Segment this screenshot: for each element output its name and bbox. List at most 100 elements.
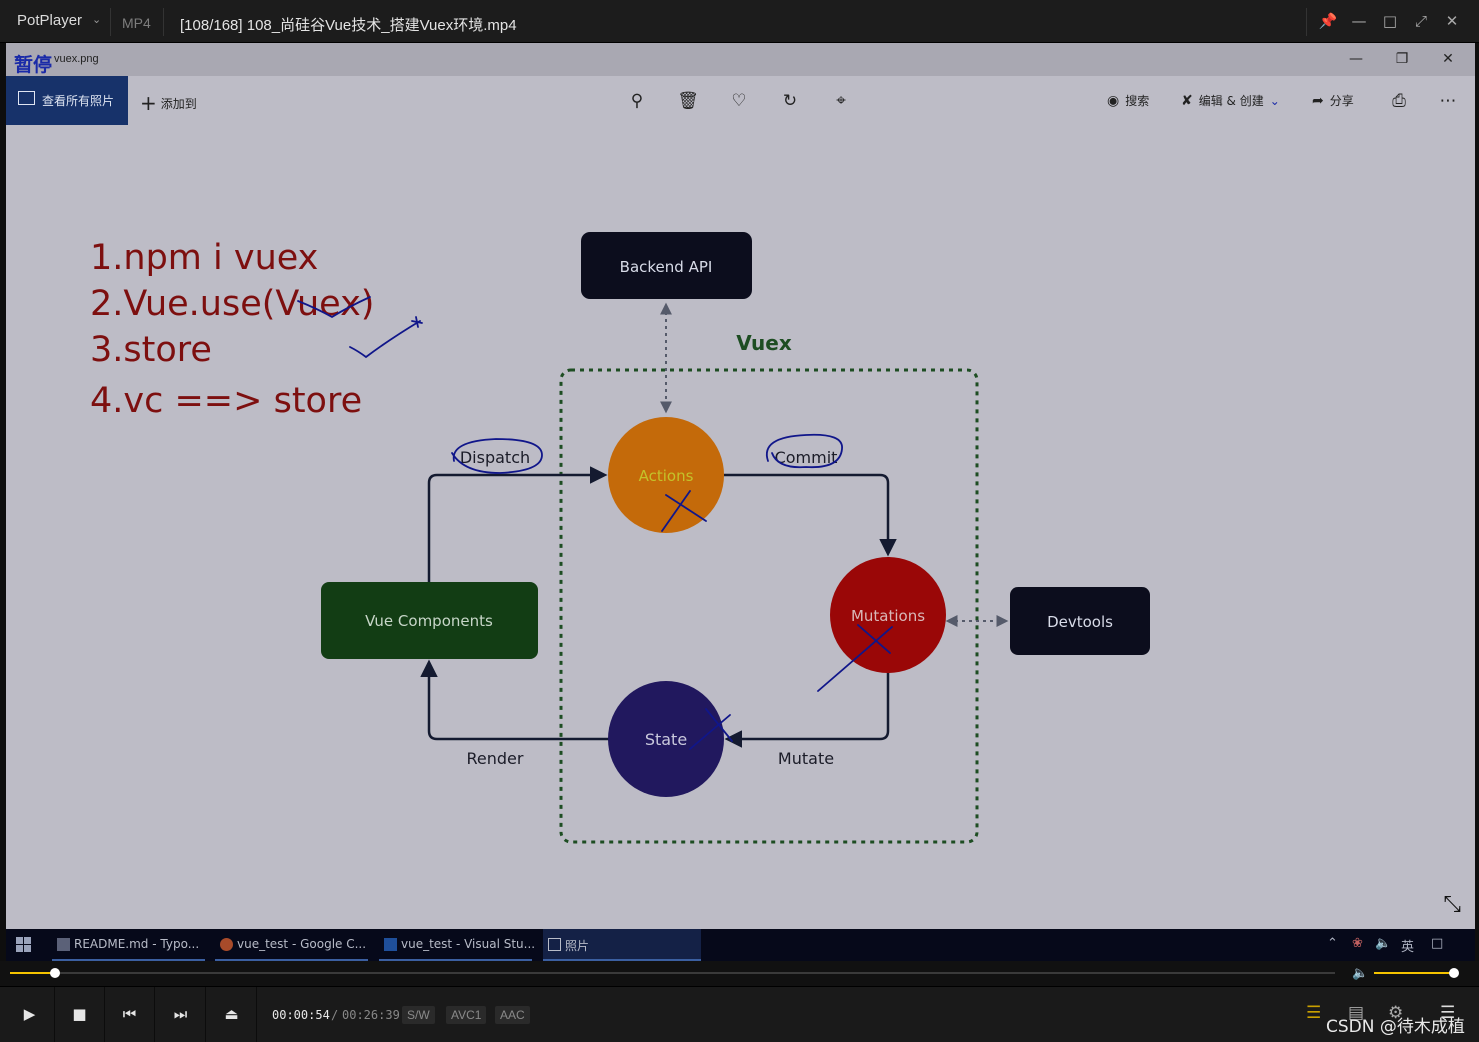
search-button[interactable]: ◉ 搜索: [1107, 92, 1149, 109]
divider: [110, 8, 111, 36]
fullscreen-button[interactable]: ⤢: [1410, 10, 1432, 32]
favorite-icon[interactable]: ♡: [727, 89, 751, 113]
taskbar-item-label: 照片: [565, 939, 590, 953]
checkmark-annotation: [349, 316, 423, 359]
tray-app-icon[interactable]: ❀: [1352, 936, 1363, 951]
photos-toolbar: 查看所有照片 + 添加到 ⚲ 🗑 ♡ ↻ ⌖ ◉ 搜索 ✘ 编辑 & 创建 ⌄ ➦ 分享 …: [6, 76, 1475, 125]
more-icon[interactable]: ⋯: [1436, 89, 1460, 113]
see-all-photos-label: 查看所有照片: [42, 94, 115, 108]
taskbar-item-photos[interactable]: 照片: [543, 929, 701, 961]
tray-chevron-up-icon[interactable]: ⌃: [1327, 936, 1338, 951]
speaker-icon[interactable]: 🔈: [1375, 936, 1391, 951]
next-button[interactable]: ⏭: [156, 987, 206, 1042]
photos-window-title: vuex.png: [54, 53, 99, 65]
edit-icon: ✘: [1181, 93, 1193, 109]
dispatch-label: Dispatch: [460, 448, 530, 467]
volume-slider[interactable]: [1374, 968, 1459, 978]
volume-icon[interactable]: 🔈: [1352, 966, 1368, 981]
share-label: 分享: [1329, 94, 1354, 108]
codec-chip[interactable]: AAC: [495, 1006, 530, 1024]
photo-viewer: 1.npm i vuex 2.Vue.use(Vuex) 3.store 4.v…: [6, 125, 1475, 929]
ime-indicator[interactable]: 英: [1401, 936, 1414, 955]
rotate-icon[interactable]: ↻: [778, 89, 802, 113]
add-to-label: 添加到: [160, 97, 197, 111]
taskbar-item-label: vue_test - Visual Stu...: [401, 937, 536, 951]
vuex-label: Vuex: [736, 331, 792, 355]
close-button[interactable]: ✕: [1441, 10, 1463, 32]
mutations-label: Mutations: [851, 607, 925, 625]
video-frame[interactable]: vuex.png 暂停 — ❐ ✕ 查看所有照片 + 添加到 ⚲ 🗑 ♡ ↻ ⌖ …: [6, 43, 1475, 929]
taskbar-item-vscode[interactable]: vue_test - Visual Stu...: [379, 929, 536, 961]
volume-level: [1374, 972, 1454, 974]
taskbar-item-chrome[interactable]: vue_test - Google C...: [215, 929, 368, 961]
seek-bar[interactable]: [10, 968, 1335, 978]
delete-icon[interactable]: 🗑: [676, 89, 700, 113]
search-icon: ◉: [1107, 93, 1120, 109]
plus-icon: +: [140, 91, 157, 115]
stop-button[interactable]: ■: [55, 987, 105, 1042]
render-label: Render: [467, 749, 524, 768]
commit-arrow: [724, 473, 897, 557]
share-icon: ➦: [1312, 93, 1324, 109]
taskbar-item-typora[interactable]: README.md - Typo...: [52, 929, 205, 961]
photos-restore-button[interactable]: ❐: [1391, 49, 1413, 69]
playlist-search-icon[interactable]: ☰: [1306, 1003, 1321, 1023]
vuex-diagram: Vuex Backend API Actions Mutations State: [297, 232, 1150, 844]
codec-chip[interactable]: S/W: [402, 1006, 435, 1024]
divider: [163, 8, 164, 36]
state-label: State: [645, 730, 687, 749]
play-button[interactable]: ▶: [5, 987, 55, 1042]
divider: [1306, 8, 1307, 36]
see-all-photos-button[interactable]: 查看所有照片: [6, 76, 128, 125]
actions-label: Actions: [639, 467, 694, 485]
share-button[interactable]: ➦ 分享: [1312, 92, 1354, 109]
time-separator: /: [331, 1008, 339, 1022]
codec-chip[interactable]: AVC1: [446, 1006, 487, 1024]
vscode-icon: [384, 938, 397, 951]
photo-icon: [18, 91, 35, 105]
dispatch-arrow: [427, 466, 608, 582]
seek-progress: [10, 972, 56, 974]
print-icon[interactable]: ⎙: [1387, 89, 1411, 113]
edit-create-button[interactable]: ✘ 编辑 & 创建 ⌄: [1181, 92, 1280, 109]
crop-icon[interactable]: ⌖: [829, 89, 853, 113]
paused-indicator: 暂停: [14, 54, 53, 76]
photos-icon: [548, 938, 561, 951]
potplayer-window: PotPlayer ⌄ MP4 [108/168] 108_尚硅谷Vue技术_搭…: [0, 0, 1479, 1042]
player-brand-menu[interactable]: PotPlayer: [17, 12, 82, 29]
maximize-button[interactable]: □: [1379, 10, 1401, 32]
windows-taskbar: README.md - Typo... vue_test - Google C.…: [6, 929, 1475, 961]
current-time: 00:00:54: [272, 1008, 330, 1022]
seek-handle[interactable]: [50, 968, 61, 978]
chevron-down-icon[interactable]: ⌄: [92, 13, 101, 26]
total-time: 00:26:39: [342, 1008, 400, 1022]
vue-components-label: Vue Components: [365, 612, 493, 630]
player-title-bar: PotPlayer ⌄ MP4 [108/168] 108_尚硅谷Vue技术_搭…: [0, 0, 1479, 43]
expand-icon[interactable]: ⤡: [1443, 892, 1461, 917]
taskbar-item-label: vue_test - Google C...: [237, 937, 367, 951]
chevron-down-icon: ⌄: [1269, 94, 1280, 108]
notification-icon[interactable]: □: [1431, 936, 1443, 951]
media-file-title: [108/168] 108_尚硅谷Vue技术_搭建Vuex环境.mp4: [180, 17, 517, 34]
edit-create-label: 编辑 & 创建: [1198, 94, 1264, 108]
photos-minimize-button[interactable]: —: [1345, 49, 1367, 69]
photos-title-bar: vuex.png 暂停 — ❐ ✕: [6, 43, 1475, 76]
volume-handle[interactable]: [1449, 968, 1459, 978]
taskbar-item-label: README.md - Typo...: [74, 937, 200, 951]
previous-button[interactable]: ⏮: [105, 987, 155, 1042]
devtools-label: Devtools: [1047, 613, 1113, 631]
render-arrow: [420, 659, 609, 741]
zoom-icon[interactable]: ⚲: [625, 89, 649, 113]
csdn-watermark: CSDN @待木成植: [1326, 1017, 1465, 1037]
pin-icon[interactable]: 📌: [1317, 10, 1339, 32]
add-to-button[interactable]: + 添加到: [140, 89, 197, 115]
playback-controls: ▶ ■ ⏮ ⏭ ⏏ 00:00:54 / 00:26:39 S/W AVC1 A…: [0, 986, 1479, 1042]
windows-start-icon[interactable]: [16, 937, 32, 953]
checkmark-annotation: [297, 296, 371, 319]
seek-row: 🔈: [0, 961, 1479, 986]
chrome-icon: [220, 938, 233, 951]
photos-close-button[interactable]: ✕: [1437, 49, 1459, 69]
eject-button[interactable]: ⏏: [207, 987, 257, 1042]
backend-api-label: Backend API: [620, 258, 713, 276]
minimize-button[interactable]: —: [1348, 10, 1370, 32]
